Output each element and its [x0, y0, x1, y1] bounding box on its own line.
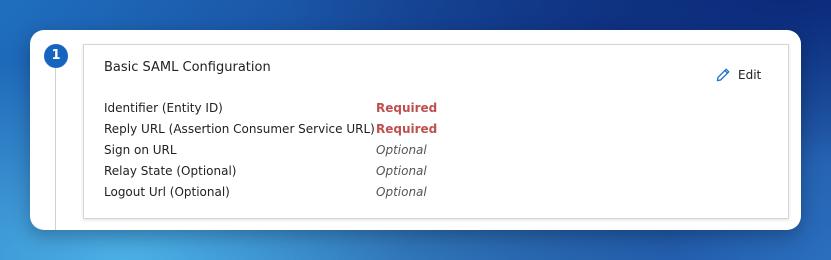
- step-connector-line: [55, 66, 56, 230]
- field-row-relay-state: Relay State (Optional) Optional: [104, 161, 764, 182]
- field-status: Optional: [376, 185, 427, 199]
- field-label: Sign on URL: [104, 143, 177, 157]
- field-list: Identifier (Entity ID) Required Reply UR…: [104, 98, 764, 203]
- edit-label: Edit: [738, 68, 762, 82]
- field-row-identifier: Identifier (Entity ID) Required: [104, 98, 764, 119]
- basic-saml-configuration-card: Basic SAML Configuration Edit Identifier…: [83, 44, 789, 219]
- field-row-reply-url: Reply URL (Assertion Consumer Service UR…: [104, 119, 764, 140]
- field-label: Relay State (Optional): [104, 164, 237, 178]
- field-row-sign-on-url: Sign on URL Optional: [104, 140, 764, 161]
- field-label: Identifier (Entity ID): [104, 101, 223, 115]
- field-status: Required: [376, 101, 438, 115]
- card-title: Basic SAML Configuration: [104, 60, 271, 75]
- field-label: Logout Url (Optional): [104, 185, 230, 199]
- field-status: Required: [376, 122, 438, 136]
- edit-button[interactable]: Edit: [715, 67, 761, 83]
- saml-window: 1 Basic SAML Configuration Edit Identifi…: [30, 30, 801, 230]
- field-row-logout-url: Logout Url (Optional) Optional: [104, 182, 764, 203]
- field-status: Optional: [376, 143, 427, 157]
- step-number-badge: 1: [44, 44, 68, 68]
- pencil-icon: [715, 67, 731, 83]
- field-status: Optional: [376, 164, 427, 178]
- field-label: Reply URL (Assertion Consumer Service UR…: [104, 122, 375, 136]
